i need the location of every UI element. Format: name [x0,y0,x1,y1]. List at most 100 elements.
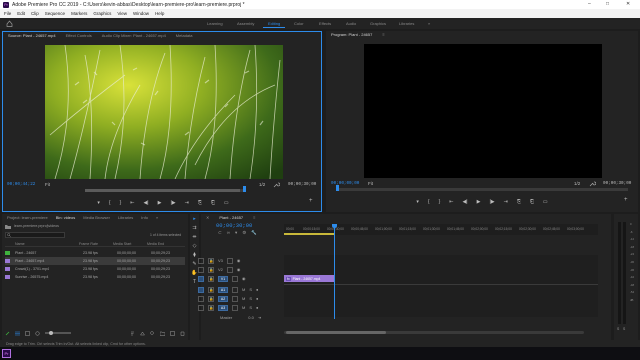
sync-lock-icon[interactable] [226,266,233,273]
export-frame-button[interactable]: ▭ [224,200,229,206]
source-patch-v2[interactable] [198,266,204,273]
sync-lock-icon[interactable] [232,304,238,311]
timeline-scroll-thumb[interactable] [286,331,386,334]
program-video-frame[interactable] [364,44,602,178]
mic-icon[interactable]: ● [256,305,258,310]
step-back-button[interactable]: ◀| [462,199,467,205]
play-button[interactable]: ▶ [477,199,481,205]
workspace-graphics[interactable]: Graphics [370,21,386,26]
source-resolution-select[interactable]: 1/2 [259,182,265,187]
project-item-selected[interactable]: Plant - 24657.mp4 23.98 fps 00;00;00;00 … [5,257,185,265]
snap-icon[interactable]: ⊂ [218,230,222,236]
mute-button[interactable]: M [242,305,245,310]
workspace-more[interactable]: » [428,21,430,26]
eye-icon[interactable]: ◉ [237,258,241,263]
source-patch-a2[interactable] [198,295,204,302]
project-item[interactable]: Crowd(1) - 3701.mp4 23.98 fps 00;00;00;0… [5,265,185,273]
premiere-taskbar-icon[interactable]: Pr [2,349,11,358]
workspace-editing[interactable]: Editing [268,21,280,26]
master-volume[interactable]: 0.0 [248,315,254,320]
automate-icon[interactable] [140,331,145,336]
pen-tool[interactable]: ✎ [191,261,198,268]
tab-media-browser[interactable]: Media Browser [83,215,110,220]
sort-icon[interactable] [130,331,135,336]
mute-button[interactable]: M [242,287,245,292]
tab-info[interactable]: Info [141,215,148,220]
wrench-icon[interactable] [273,181,280,188]
col-name[interactable]: Name [5,242,79,246]
add-marker-button[interactable]: ▾ [97,200,100,206]
wrench-icon[interactable]: 🔧 [251,230,257,236]
track-lock-icon[interactable]: 🔒 [208,257,214,264]
project-item[interactable]: Plant - 24657 23.98 fps 00;00;00;00 00;0… [5,249,185,257]
program-fit-select[interactable]: Fit [368,181,373,186]
mark-out-button[interactable]: } [120,200,122,206]
go-to-out-button[interactable]: ⇥ [504,199,508,205]
mute-button[interactable]: M [242,296,245,301]
menu-help[interactable]: Help [155,11,164,16]
tab-source[interactable]: Source: Plant - 24657.mp4 [8,33,56,38]
insert-button[interactable]: ⎘ [198,200,202,206]
source-add-button[interactable]: + [309,198,313,204]
track-lock-icon[interactable]: 🔒 [208,275,214,282]
track-lock-icon[interactable]: 🔒 [208,266,214,273]
program-panel-menu[interactable]: ≡ [382,32,384,37]
settings-icon[interactable]: ⚙ [242,230,246,236]
add-marker-button[interactable]: ▾ [416,199,419,205]
lift-button[interactable]: ⎘ [517,199,521,205]
go-to-out-button[interactable]: ⇥ [185,200,189,206]
play-button[interactable]: ▶ [158,200,162,206]
source-patch-a1[interactable] [198,286,204,293]
mark-in-button[interactable]: { [109,200,111,206]
search-input[interactable] [5,232,65,238]
new-bin-icon[interactable] [160,331,165,336]
maximize-button[interactable]: □ [606,1,609,7]
track-area[interactable] [284,255,598,317]
pencil-icon[interactable] [5,331,10,336]
track-label-a3[interactable]: A3 [218,304,228,311]
tab-audio-clip-mixer[interactable]: Audio Clip Mixer: Plant - 24657.mp4 [102,33,166,38]
menu-sequence[interactable]: Sequence [45,11,65,16]
go-to-in-button[interactable]: ⇤ [449,199,453,205]
solo-button[interactable]: S [249,287,252,292]
track-lock-icon[interactable]: 🔒 [208,304,214,311]
tab-metadata[interactable]: Metadata [176,33,193,38]
track-lock-icon[interactable]: 🔒 [208,286,214,293]
tab-program[interactable]: Program: Plant - 24657 [331,32,372,37]
timeline-panel-menu[interactable]: ≡ [253,215,255,220]
eye-icon[interactable]: ◉ [237,267,241,272]
minimize-button[interactable]: – [588,1,591,7]
mic-icon[interactable]: ● [256,287,258,292]
new-item-icon[interactable] [170,330,175,336]
clear-icon[interactable] [180,331,185,336]
project-item[interactable]: Sunrise - 26575.mp4 23.98 fps 00;00;00;0… [5,273,185,281]
workspace-effects[interactable]: Effects [319,21,331,26]
workspace-assembly[interactable]: Assembly [237,21,254,26]
menu-window[interactable]: Window [133,11,149,16]
sync-lock-icon[interactable] [226,257,233,264]
wrench-icon[interactable] [589,180,596,187]
tab-bin-videos[interactable]: Bin: videos [56,215,76,220]
source-video-frame[interactable] [45,45,283,179]
go-to-in-button[interactable]: ⇤ [130,200,134,206]
menu-markers[interactable]: Markers [71,11,87,16]
timeline-close-icon[interactable]: ✕ [206,215,209,220]
source-timecode[interactable]: 00;00;44;22 [7,182,35,187]
slip-tool[interactable]: ⧫ [191,252,198,259]
timeline-playhead[interactable] [334,224,335,319]
step-forward-button[interactable]: |▶ [170,200,175,206]
col-frame-rate[interactable]: Frame Rate [79,242,113,246]
workspace-color[interactable]: Color [294,21,304,26]
add-marker-icon[interactable]: ▾ [235,230,237,236]
solo-left-button[interactable]: S [617,327,619,331]
razor-tool[interactable]: ◇ [191,243,198,250]
tabs-overflow[interactable]: » [156,215,158,220]
close-button[interactable]: ✕ [626,1,630,7]
timeline-timecode[interactable]: 00;00;30;00 [216,222,252,229]
linked-selection-icon[interactable]: ∞ [227,230,230,236]
menu-edit[interactable]: Edit [17,11,25,16]
tab-libraries[interactable]: Libraries [118,215,133,220]
solo-right-button[interactable]: S [623,327,625,331]
source-patch-a3[interactable] [198,304,204,311]
workspace-libraries[interactable]: Libraries [399,21,414,26]
